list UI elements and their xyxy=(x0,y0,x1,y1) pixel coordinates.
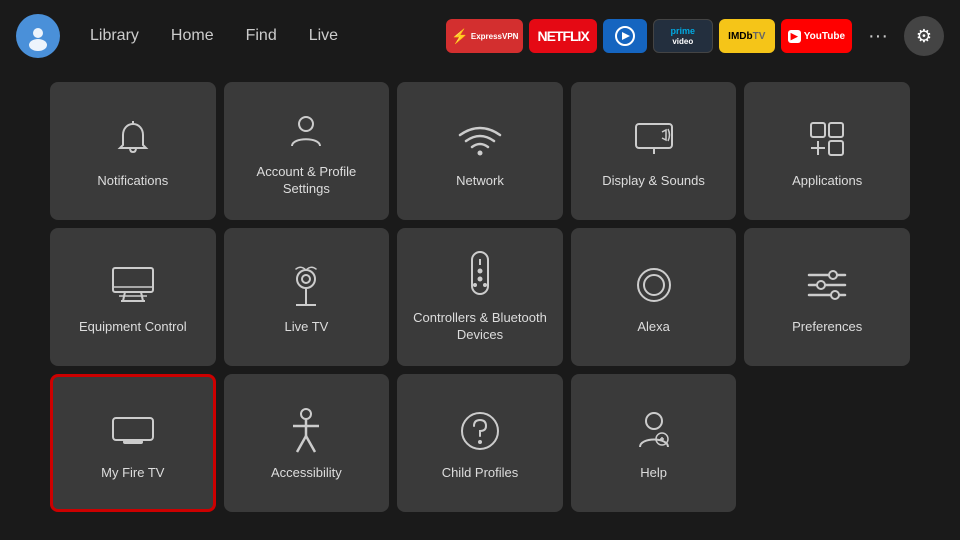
grid-item-alexa[interactable]: Alexa xyxy=(571,228,737,366)
nav-live[interactable]: Live xyxy=(295,21,352,51)
app-expressvpn[interactable]: ⚡ExpressVPN xyxy=(446,19,523,53)
grid-item-livetv[interactable]: Live TV xyxy=(224,228,390,366)
grid-item-accessibility[interactable]: Accessibility xyxy=(224,374,390,512)
equipment-label: Equipment Control xyxy=(79,319,187,336)
grid-item-preferences[interactable]: Preferences xyxy=(744,228,910,366)
alexa-label: Alexa xyxy=(637,319,670,336)
grid-item-equipment[interactable]: Equipment Control xyxy=(50,228,216,366)
grid-item-account[interactable]: Account & Profile Settings xyxy=(224,82,390,220)
nav-find[interactable]: Find xyxy=(232,21,291,51)
monitor-icon xyxy=(109,261,157,309)
help-icon xyxy=(456,407,504,455)
network-label: Network xyxy=(456,173,504,190)
livetv-label: Live TV xyxy=(284,319,328,336)
wifi-icon xyxy=(456,115,504,163)
nav-links: Library Home Find Live xyxy=(76,21,352,51)
avatar[interactable] xyxy=(16,14,60,58)
app-imdb[interactable]: IMDb TV xyxy=(719,19,775,53)
person-icon xyxy=(282,106,330,154)
grid-item-help[interactable]: Child Profiles xyxy=(397,374,563,512)
display-icon xyxy=(630,115,678,163)
grid-item-display[interactable]: Display & Sounds xyxy=(571,82,737,220)
grid-item-network[interactable]: Network xyxy=(397,82,563,220)
app-prime[interactable]: prime video xyxy=(653,19,713,53)
grid-item-controllers[interactable]: Controllers & Bluetooth Devices xyxy=(397,228,563,366)
accessibility-label: Accessibility xyxy=(271,465,342,482)
nav-library[interactable]: Library xyxy=(76,21,153,51)
account-label: Account & Profile Settings xyxy=(232,164,382,198)
remote-icon xyxy=(456,252,504,300)
bell-icon xyxy=(109,115,157,163)
firetv-icon xyxy=(109,407,157,455)
app-stream[interactable] xyxy=(603,19,647,53)
childprofiles-label: Help xyxy=(640,465,667,482)
grid-item-notifications[interactable]: Notifications xyxy=(50,82,216,220)
grid-item-childprofiles[interactable]: Help xyxy=(571,374,737,512)
nav-app-shortcuts: ⚡ExpressVPN NETFLIX prime video IMDb TV … xyxy=(446,19,852,53)
child-icon xyxy=(630,407,678,455)
grid-item-applications[interactable]: Applications xyxy=(744,82,910,220)
settings-grid: Notifications Account & Profile Settings… xyxy=(0,72,960,522)
sliders-icon xyxy=(803,261,851,309)
controllers-label: Controllers & Bluetooth Devices xyxy=(405,310,555,344)
person2-icon xyxy=(282,407,330,455)
display-label: Display & Sounds xyxy=(602,173,705,190)
settings-button[interactable]: ⚙ xyxy=(904,16,944,56)
grid-item-myfiretv[interactable]: My Fire TV xyxy=(50,374,216,512)
antenna-icon xyxy=(282,261,330,309)
apps-icon xyxy=(803,115,851,163)
alexa-icon xyxy=(630,261,678,309)
top-navigation: Library Home Find Live ⚡ExpressVPN NETFL… xyxy=(0,0,960,72)
app-netflix[interactable]: NETFLIX xyxy=(529,19,596,53)
applications-label: Applications xyxy=(792,173,862,190)
notifications-label: Notifications xyxy=(97,173,168,190)
nav-home[interactable]: Home xyxy=(157,21,228,51)
app-youtube[interactable]: ▶YouTube xyxy=(781,19,852,53)
help-label: Child Profiles xyxy=(442,465,519,482)
myfiretv-label: My Fire TV xyxy=(101,465,164,482)
preferences-label: Preferences xyxy=(792,319,862,336)
more-apps-button[interactable]: ··· xyxy=(860,19,896,54)
